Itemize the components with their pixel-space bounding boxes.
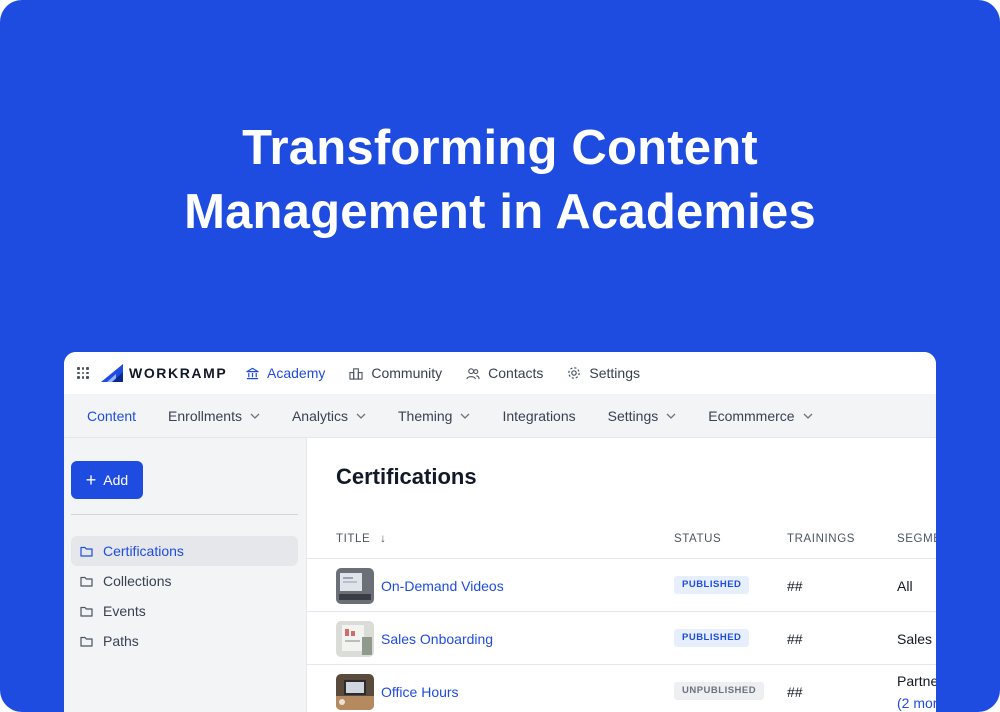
sub-nav-enrollments[interactable]: Enrollments [168,408,260,424]
top-nav-academy-label: Academy [267,365,326,381]
column-header-trainings[interactable]: TRAININGS [787,533,855,545]
sidebar-item-events[interactable]: Events [71,596,298,626]
sidebar-item-paths[interactable]: Paths [71,626,298,656]
workramp-logo-mark-icon [101,364,123,382]
top-nav-academy[interactable]: Academy [246,365,325,381]
segment-value: Partne [897,673,936,689]
sidebar-item-label: Events [103,603,146,619]
sub-nav-integrations[interactable]: Integrations [502,408,575,424]
sub-nav-enrollments-label: Enrollments [168,407,242,424]
headline-line-1: Transforming Content [242,121,758,175]
row-title-link[interactable]: On-Demand Videos [381,578,504,594]
top-nav-settings-label: Settings [589,365,640,381]
onboarding-thumbnail-icon [336,621,374,657]
top-nav-contacts-label: Contacts [488,365,544,381]
top-bar: WORKRAMP Academy Community Contacts Sett… [64,352,936,394]
top-nav-community-label: Community [371,365,443,381]
row-thumbnail [336,674,374,710]
trainings-count: ## [787,684,803,700]
headline: Transforming Content Management in Acade… [0,116,1000,244]
table-row[interactable]: Office Hours UNPUBLISHED ## Partne (2 mo… [307,665,936,712]
sidebar-item-certifications[interactable]: Certifications [71,536,298,566]
segment-more-link[interactable]: (2 mor [897,695,936,711]
hero-banner: Transforming Content Management in Acade… [0,0,1000,712]
chevron-down-icon [250,413,260,419]
table-row[interactable]: On-Demand Videos PUBLISHED ## All [307,559,936,612]
chevron-down-icon [666,413,676,419]
sub-nav-content-label: Content [87,407,137,424]
sidebar-item-label: Paths [103,633,139,649]
sidebar: + Add Certifications Collections Events [64,438,307,712]
page-title: Certifications [336,464,477,489]
sidebar-folder-list: Certifications Collections Events Paths [71,536,298,656]
column-header-title-label: TITLE [336,533,371,545]
trainings-count: ## [787,578,803,594]
main-content: Certifications TITLE ↓ STATUS TRAININGS … [307,438,936,712]
top-nav-community[interactable]: Community [349,365,442,381]
top-nav-contacts[interactable]: Contacts [466,365,543,381]
chevron-down-icon [461,413,470,419]
column-header-segment[interactable]: SEGME [897,533,936,545]
status-badge: PUBLISHED [674,629,750,647]
folder-icon [80,606,93,617]
sub-nav-ecommerce[interactable]: Ecommmerce [708,407,813,424]
chevron-down-icon [356,413,366,419]
status-badge: UNPUBLISHED [674,682,765,700]
sub-nav-integrations-label: Integrations [502,407,576,424]
contacts-icon [466,367,480,379]
sub-nav-ecommerce-label: Ecommmerce [708,407,795,424]
headline-line-2: Management in Academies [184,185,816,239]
sidebar-item-label: Collections [103,573,172,589]
trainings-count: ## [787,631,803,647]
video-thumbnail-icon [336,568,374,604]
sub-nav-theming-label: Theming [398,407,453,424]
add-button[interactable]: + Add [71,461,143,499]
plus-icon: + [85,470,97,490]
column-header-title[interactable]: TITLE ↓ [336,533,386,545]
top-nav: Academy Community Contacts Settings [246,352,664,394]
gear-icon [568,367,581,379]
workramp-logo[interactable]: WORKRAMP [101,364,227,382]
app-window: WORKRAMP Academy Community Contacts Sett… [64,352,936,712]
segment-value: Sales [897,631,933,647]
sub-nav-analytics-label: Analytics [291,407,348,424]
sidebar-item-collections[interactable]: Collections [71,566,298,596]
sidebar-item-label: Certifications [103,543,184,559]
top-nav-settings[interactable]: Settings [567,365,640,381]
sub-nav-analytics[interactable]: Analytics [292,408,366,424]
community-icon [349,367,363,380]
sub-nav: Content Enrollments Analytics Theming In… [64,394,936,438]
folder-icon [80,546,93,557]
sort-arrow-icon: ↓ [380,533,387,545]
table-header: TITLE ↓ STATUS TRAININGS SEGME [307,526,936,559]
row-title-link[interactable]: Sales Onboarding [381,631,493,647]
sub-nav-settings[interactable]: Settings [608,408,677,424]
row-thumbnail [336,621,374,657]
sub-nav-content[interactable]: Content [87,408,136,424]
folder-icon [80,636,93,647]
chevron-down-icon [803,413,813,419]
column-header-status[interactable]: STATUS [674,533,721,545]
sub-nav-theming[interactable]: Theming [398,408,470,424]
status-badge: PUBLISHED [674,576,750,594]
add-button-label: Add [103,472,129,488]
segment-value: All [897,578,913,594]
table-row[interactable]: Sales Onboarding PUBLISHED ## Sales [307,612,936,665]
folder-icon [80,576,93,587]
logo-text: WORKRAMP [129,365,228,381]
office-thumbnail-icon [336,674,374,710]
sub-nav-settings-label: Settings [607,407,659,424]
sidebar-divider [71,514,298,515]
row-thumbnail [336,568,374,604]
app-launcher-icon[interactable] [77,367,89,379]
bank-icon [246,367,259,379]
row-title-link[interactable]: Office Hours [381,684,459,700]
